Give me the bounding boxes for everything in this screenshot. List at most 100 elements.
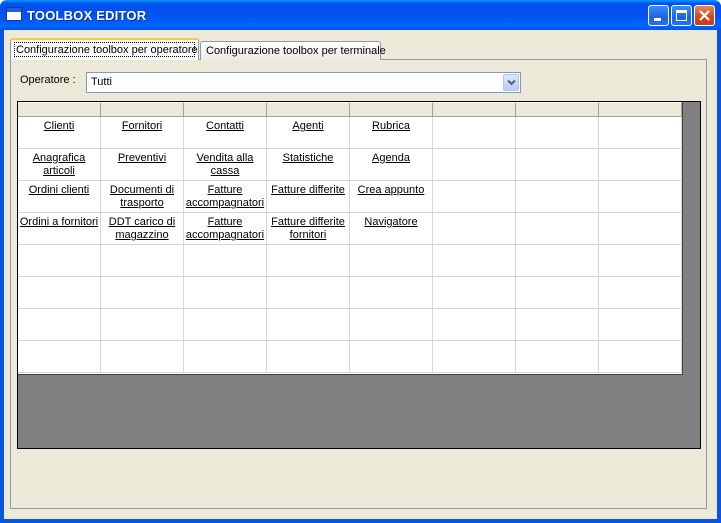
title-bar[interactable]: TOOLBOX EDITOR bbox=[0, 0, 721, 30]
grid-cell[interactable] bbox=[18, 277, 101, 309]
grid-cell[interactable]: Agenti bbox=[267, 117, 350, 149]
grid-cell[interactable] bbox=[267, 309, 350, 341]
grid-cell[interactable] bbox=[599, 117, 682, 149]
grid-cell[interactable] bbox=[184, 277, 267, 309]
window-title: TOOLBOX EDITOR bbox=[27, 8, 147, 23]
toolbox-link[interactable]: Fatture accompagnatori bbox=[186, 184, 264, 209]
grid-cell[interactable]: Fatture differite bbox=[267, 181, 350, 213]
chevron-down-icon bbox=[507, 79, 516, 86]
grid-cell[interactable] bbox=[516, 277, 599, 309]
grid-cell[interactable] bbox=[267, 277, 350, 309]
grid-cell[interactable] bbox=[599, 309, 682, 341]
grid-cell[interactable]: Documenti di trasporto bbox=[101, 181, 184, 213]
maximize-button[interactable] bbox=[671, 5, 692, 26]
operatore-select[interactable]: Tutti bbox=[86, 72, 521, 93]
grid-cell[interactable]: Agenda bbox=[350, 149, 433, 181]
toolbox-link[interactable]: Fornitori bbox=[122, 120, 162, 132]
grid-cell[interactable]: Fatture differite fornitori bbox=[267, 213, 350, 245]
toolbox-link[interactable]: Agenda bbox=[372, 152, 410, 164]
grid-cell[interactable]: Clienti bbox=[18, 117, 101, 149]
dropdown-button[interactable] bbox=[503, 74, 519, 91]
grid-cell[interactable] bbox=[350, 341, 433, 373]
grid-cell[interactable]: DDT carico di magazzino bbox=[101, 213, 184, 245]
toolbox-link[interactable]: Navigatore bbox=[364, 216, 417, 228]
close-button[interactable] bbox=[694, 5, 715, 26]
toolbox-link[interactable]: Ordini clienti bbox=[29, 184, 90, 196]
grid-cell[interactable] bbox=[433, 341, 516, 373]
grid-cell[interactable] bbox=[18, 245, 101, 277]
grid-cell[interactable]: Anagrafica articoli bbox=[18, 149, 101, 181]
toolbox-link[interactable]: Agenti bbox=[292, 120, 323, 132]
toolbox-link[interactable]: DDT carico di magazzino bbox=[109, 216, 175, 241]
grid-cell[interactable] bbox=[267, 341, 350, 373]
toolbox-link[interactable]: Clienti bbox=[44, 120, 75, 132]
tab-toolbox-per-operatore[interactable]: Configurazione toolbox per operatore bbox=[10, 38, 199, 60]
tab-toolbox-per-terminale[interactable]: Configurazione toolbox per terminale bbox=[200, 41, 386, 60]
grid-cell[interactable] bbox=[516, 309, 599, 341]
grid-cell[interactable] bbox=[516, 213, 599, 245]
grid-sheet: Clienti Fornitori Contatti Agenti Rubrica Ana… bbox=[18, 102, 683, 375]
grid-cell[interactable]: Contatti bbox=[184, 117, 267, 149]
app-window-icon bbox=[6, 7, 22, 21]
grid-cell[interactable]: Fatture accompagnatori bbox=[184, 181, 267, 213]
grid-cell[interactable]: Vendita alla cassa bbox=[184, 149, 267, 181]
grid-cell[interactable] bbox=[350, 245, 433, 277]
toolbox-link[interactable]: Contatti bbox=[206, 120, 244, 132]
grid-cell[interactable] bbox=[516, 181, 599, 213]
grid-cell[interactable]: Ordini clienti bbox=[18, 181, 101, 213]
grid-cell[interactable] bbox=[101, 341, 184, 373]
grid-cell[interactable] bbox=[184, 309, 267, 341]
grid-cell[interactable] bbox=[184, 341, 267, 373]
grid-cell[interactable] bbox=[599, 181, 682, 213]
toolbox-link[interactable]: Rubrica bbox=[372, 120, 410, 132]
toolbox-link[interactable]: Fatture differite bbox=[271, 184, 345, 196]
grid-cell[interactable] bbox=[433, 149, 516, 181]
grid-cell[interactable] bbox=[433, 309, 516, 341]
grid-cell[interactable]: Navigatore bbox=[350, 213, 433, 245]
grid-cell[interactable]: Fatture accompagnatori bbox=[184, 213, 267, 245]
grid-cell[interactable] bbox=[433, 277, 516, 309]
grid-cell[interactable] bbox=[18, 341, 101, 373]
grid-cell[interactable] bbox=[184, 245, 267, 277]
toolbox-grid: Clienti Fornitori Contatti Agenti Rubrica Ana… bbox=[17, 101, 701, 449]
grid-cell[interactable] bbox=[433, 213, 516, 245]
grid-cell[interactable] bbox=[101, 245, 184, 277]
grid-cell[interactable] bbox=[516, 117, 599, 149]
toolbox-link[interactable]: Preventivi bbox=[118, 152, 166, 164]
toolbox-link[interactable]: Crea appunto bbox=[358, 184, 425, 196]
toolbox-link[interactable]: Statistiche bbox=[283, 152, 334, 164]
grid-cell[interactable]: Fornitori bbox=[101, 117, 184, 149]
grid-cell[interactable] bbox=[433, 245, 516, 277]
toolbox-link[interactable]: Fatture accompagnatori bbox=[186, 216, 264, 241]
toolbox-link[interactable]: Ordini a fornitori bbox=[20, 216, 98, 228]
grid-cell[interactable]: Preventivi bbox=[101, 149, 184, 181]
grid-cell[interactable] bbox=[599, 341, 682, 373]
grid-cell[interactable] bbox=[433, 181, 516, 213]
column-header bbox=[101, 102, 184, 117]
grid-cell[interactable] bbox=[267, 245, 350, 277]
grid-cell[interactable] bbox=[350, 277, 433, 309]
grid-cell[interactable] bbox=[516, 149, 599, 181]
toolbox-link[interactable]: Vendita alla cassa bbox=[197, 152, 254, 177]
minimize-button[interactable] bbox=[648, 5, 669, 26]
grid-cell[interactable] bbox=[599, 149, 682, 181]
grid-cell[interactable]: Rubrica bbox=[350, 117, 433, 149]
tab-focus-rect bbox=[14, 42, 195, 57]
grid-cell[interactable] bbox=[18, 309, 101, 341]
window-client-area: Configurazione toolbox per operatore Con… bbox=[4, 30, 717, 519]
grid-cell[interactable] bbox=[516, 341, 599, 373]
grid-cell[interactable] bbox=[599, 277, 682, 309]
grid-cell[interactable]: Crea appunto bbox=[350, 181, 433, 213]
grid-cell[interactable] bbox=[433, 117, 516, 149]
grid-cell[interactable] bbox=[101, 309, 184, 341]
grid-cell[interactable]: Ordini a fornitori bbox=[18, 213, 101, 245]
grid-cell[interactable] bbox=[350, 309, 433, 341]
toolbox-link[interactable]: Documenti di trasporto bbox=[110, 184, 174, 209]
toolbox-link[interactable]: Anagrafica articoli bbox=[33, 152, 86, 177]
grid-cell[interactable] bbox=[599, 213, 682, 245]
grid-cell[interactable]: Statistiche bbox=[267, 149, 350, 181]
grid-cell[interactable] bbox=[516, 245, 599, 277]
grid-cell[interactable] bbox=[101, 277, 184, 309]
toolbox-link[interactable]: Fatture differite fornitori bbox=[271, 216, 345, 241]
grid-cell[interactable] bbox=[599, 245, 682, 277]
